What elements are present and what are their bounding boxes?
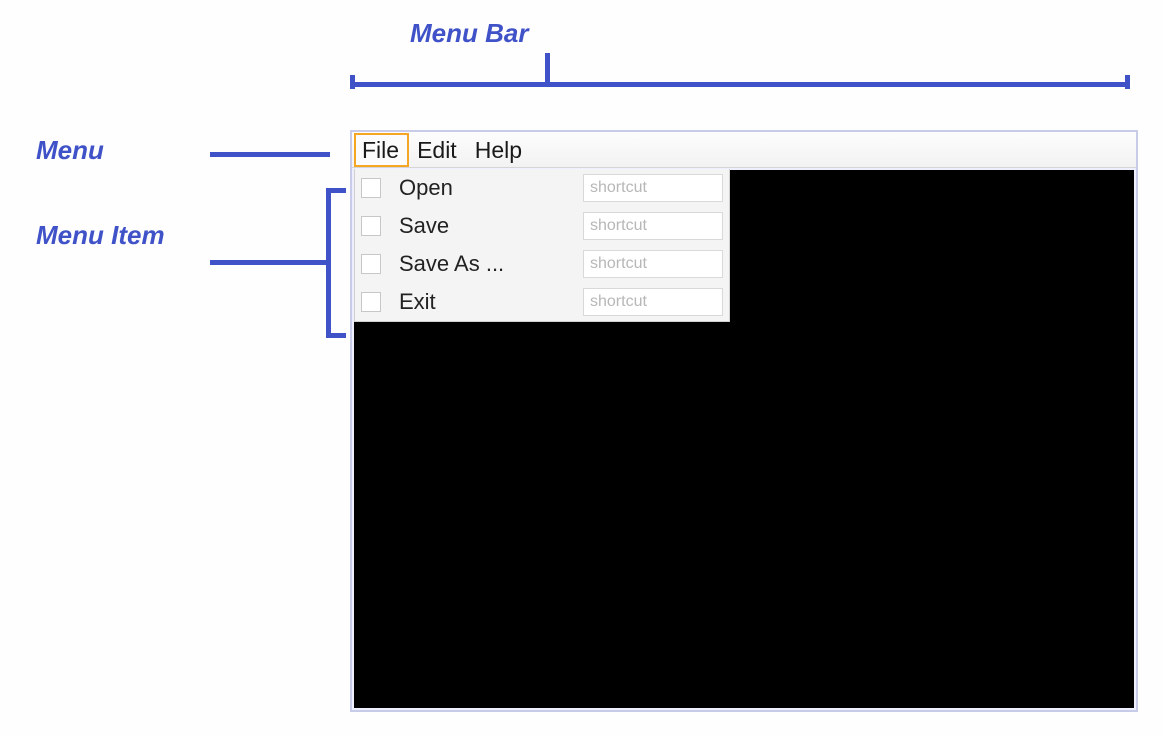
- annotation-line: [326, 333, 346, 338]
- annotation-line: [326, 188, 331, 338]
- menu-item-save[interactable]: Save shortcut: [355, 207, 729, 245]
- dropdown-menu: Open shortcut Save shortcut Save As ... …: [354, 169, 730, 322]
- menu-item-label: Open: [399, 175, 583, 201]
- annotation-label-menuitem: Menu Item: [36, 220, 165, 251]
- checkbox-icon: [361, 216, 381, 236]
- menu-item-shortcut: shortcut: [583, 250, 723, 278]
- menu-label: Help: [475, 137, 522, 164]
- checkbox-icon: [361, 254, 381, 274]
- menu-item-open[interactable]: Open shortcut: [355, 169, 729, 207]
- checkbox-icon: [361, 292, 381, 312]
- menu-item-shortcut: shortcut: [583, 174, 723, 202]
- annotation-line: [210, 260, 330, 265]
- annotation-line: [350, 82, 1130, 87]
- annotation-line: [326, 188, 346, 193]
- annotation-label-menu: Menu: [36, 135, 104, 166]
- menu-help[interactable]: Help: [467, 133, 532, 167]
- menu-item-label: Exit: [399, 289, 583, 315]
- menu-label: Edit: [417, 137, 457, 164]
- menu-item-shortcut: shortcut: [583, 212, 723, 240]
- annotation-line: [350, 75, 355, 89]
- menu-edit[interactable]: Edit: [409, 133, 467, 167]
- annotation-line: [545, 53, 550, 87]
- menu-item-label: Save: [399, 213, 583, 239]
- menu-item-exit[interactable]: Exit shortcut: [355, 283, 729, 321]
- annotation-line: [1125, 75, 1130, 89]
- checkbox-icon: [361, 178, 381, 198]
- menu-item-shortcut: shortcut: [583, 288, 723, 316]
- menu-item-label: Save As ...: [399, 251, 583, 277]
- menu-file[interactable]: File: [354, 133, 409, 167]
- application-window: File Edit Help Open shortcut Save shortc…: [350, 130, 1138, 712]
- annotation-line: [210, 152, 330, 157]
- menu-item-save-as[interactable]: Save As ... shortcut: [355, 245, 729, 283]
- annotation-label-menubar: Menu Bar: [410, 18, 528, 49]
- menu-label: File: [362, 137, 399, 164]
- menubar: File Edit Help: [352, 132, 1136, 168]
